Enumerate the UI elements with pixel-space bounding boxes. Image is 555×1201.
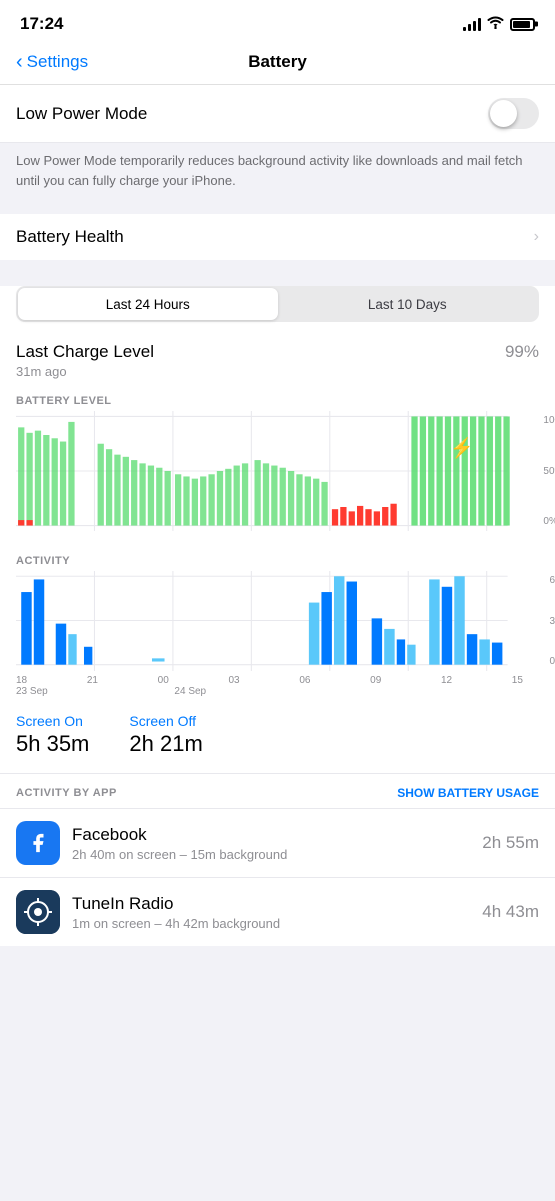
- app-detail-tunein: 1m on screen – 4h 42m background: [72, 916, 482, 931]
- signal-bars-icon: [463, 17, 481, 31]
- low-power-mode-toggle[interactable]: [488, 98, 539, 129]
- screen-off-value: 2h 21m: [129, 731, 202, 757]
- screen-stats: Screen On 5h 35m Screen Off 2h 21m: [0, 701, 555, 773]
- x-axis-labels: 18 21 00 03 06 09 12 15: [0, 671, 539, 686]
- status-icons: [463, 16, 535, 32]
- chevron-right-icon: ›: [534, 228, 539, 246]
- svg-text:⚡: ⚡: [450, 436, 473, 459]
- time-range-segmented-control[interactable]: Last 24 Hours Last 10 Days: [16, 286, 539, 322]
- x-label-09: 09: [370, 675, 381, 686]
- battery-chart-section: Last 24 Hours Last 10 Days Last Charge L…: [0, 286, 555, 946]
- activity-y-30: 30m: [550, 616, 555, 627]
- battery-chart-svg: ⚡: [16, 411, 539, 531]
- wifi-icon: [487, 16, 504, 32]
- activity-by-app-header: ACTIVITY BY APP SHOW BATTERY USAGE: [0, 773, 555, 808]
- status-time: 17:24: [20, 14, 63, 34]
- back-chevron-icon: ‹: [16, 52, 23, 72]
- page-title: Battery: [248, 52, 307, 72]
- battery-level-chart: ⚡ 100% 50% 0%: [16, 411, 539, 531]
- x-label-12: 12: [441, 675, 452, 686]
- low-power-mode-description: Low Power Mode temporarily reduces backg…: [0, 143, 555, 204]
- activity-chart-svg: [16, 571, 539, 671]
- section-divider: [0, 204, 555, 214]
- y-label-0: 0%: [543, 516, 555, 527]
- x-date-labels: 23 Sep 24 Sep: [0, 686, 539, 701]
- activity-y-0: 0m: [550, 656, 555, 667]
- charge-percent: 99%: [505, 342, 539, 362]
- screen-on-value: 5h 35m: [16, 731, 89, 757]
- x-date-23sep: 23 Sep: [16, 686, 48, 697]
- app-list: Facebook 2h 40m on screen – 15m backgrou…: [0, 808, 555, 946]
- charge-info: Last Charge Level 31m ago 99%: [0, 338, 555, 387]
- screen-off-stat: Screen Off 2h 21m: [129, 713, 202, 757]
- app-time-facebook: 2h 55m: [482, 833, 539, 853]
- section-divider-2: [0, 260, 555, 270]
- x-label-00: 00: [158, 675, 169, 686]
- app-time-tunein: 4h 43m: [482, 902, 539, 922]
- low-power-mode-label: Low Power Mode: [16, 104, 147, 124]
- x-label-21: 21: [87, 675, 98, 686]
- activity-chart: 60m 30m 0m: [16, 571, 539, 671]
- x-label-18: 18: [16, 675, 27, 686]
- toggle-knob: [490, 100, 517, 127]
- activity-chart-label: ACTIVITY: [0, 547, 555, 571]
- low-power-mode-section: Low Power Mode: [0, 85, 555, 143]
- app-icon-tunein: [16, 890, 60, 934]
- battery-health-row[interactable]: Battery Health ›: [0, 214, 555, 260]
- charge-time-ago: 31m ago: [16, 364, 154, 379]
- battery-status-icon: [510, 18, 535, 31]
- activity-y-60: 60m: [550, 575, 555, 586]
- battery-level-chart-label: BATTERY LEVEL: [0, 387, 555, 411]
- low-power-mode-row: Low Power Mode: [0, 85, 555, 143]
- y-label-50: 50%: [543, 466, 555, 477]
- segment-10d[interactable]: Last 10 Days: [278, 288, 538, 320]
- app-detail-facebook: 2h 40m on screen – 15m background: [72, 847, 482, 862]
- charge-title: Last Charge Level: [16, 342, 154, 362]
- screen-on-stat: Screen On 5h 35m: [16, 713, 89, 757]
- y-label-100: 100%: [543, 415, 555, 426]
- battery-y-axis: 100% 50% 0%: [543, 411, 555, 531]
- screen-off-label[interactable]: Screen Off: [129, 713, 202, 729]
- app-info-tunein: TuneIn Radio 1m on screen – 4h 42m backg…: [72, 894, 482, 931]
- x-label-15: 15: [512, 675, 523, 686]
- screen-on-label[interactable]: Screen On: [16, 713, 89, 729]
- app-icon-facebook: [16, 821, 60, 865]
- x-label-03: 03: [228, 675, 239, 686]
- back-label: Settings: [27, 52, 88, 72]
- x-date-24sep: 24 Sep: [174, 686, 206, 697]
- activity-y-axis: 60m 30m 0m: [550, 571, 555, 671]
- activity-by-app-label: ACTIVITY BY APP: [16, 787, 117, 799]
- status-bar: 17:24: [0, 0, 555, 44]
- app-row-facebook[interactable]: Facebook 2h 40m on screen – 15m backgrou…: [0, 808, 555, 877]
- x-label-06: 06: [299, 675, 310, 686]
- app-name-facebook: Facebook: [72, 825, 482, 845]
- app-name-tunein: TuneIn Radio: [72, 894, 482, 914]
- segment-24h[interactable]: Last 24 Hours: [18, 288, 278, 320]
- app-info-facebook: Facebook 2h 40m on screen – 15m backgrou…: [72, 825, 482, 862]
- app-row-tunein[interactable]: TuneIn Radio 1m on screen – 4h 42m backg…: [0, 877, 555, 946]
- show-battery-usage-button[interactable]: SHOW BATTERY USAGE: [397, 786, 539, 800]
- nav-bar: ‹ Settings Battery: [0, 44, 555, 85]
- battery-health-label: Battery Health: [16, 227, 124, 247]
- back-button[interactable]: ‹ Settings: [16, 52, 88, 72]
